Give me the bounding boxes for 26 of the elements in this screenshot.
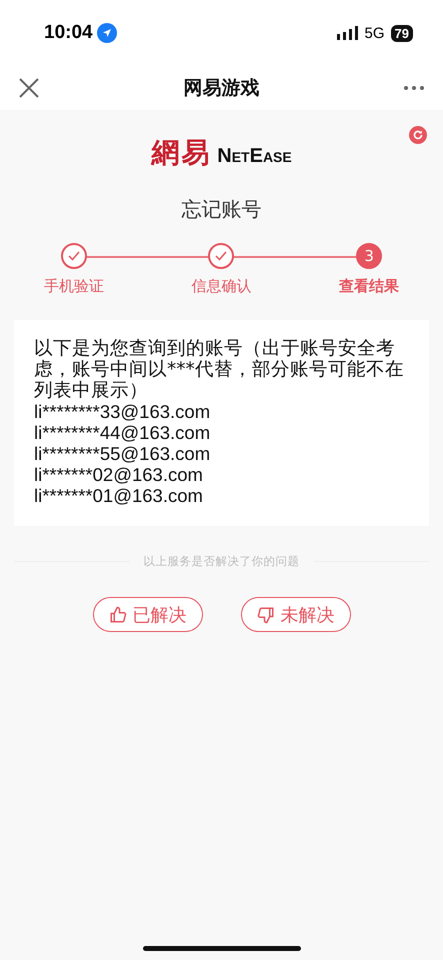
feedback-question: 以上服务是否解决了你的问题 (144, 554, 300, 569)
nav-title: 网易游戏 (182, 76, 260, 101)
step-number: 3 (356, 243, 382, 269)
more-icon[interactable] (403, 85, 425, 91)
account-email: li*******01@163.com (34, 485, 204, 506)
refresh-icon[interactable] (409, 126, 427, 144)
thumbs-up-icon (108, 606, 126, 624)
logo-chinese: 網易 (151, 135, 212, 171)
step-label: 查看结果 (339, 277, 400, 296)
close-icon[interactable] (18, 77, 40, 99)
status-time: 10:04 (44, 22, 93, 44)
thumbs-down-icon (256, 606, 274, 624)
signal-icon (336, 26, 359, 40)
page-title: 忘记账号 (182, 196, 262, 223)
step-label: 信息确认 (191, 277, 252, 296)
logo-latin: NetEase (217, 145, 292, 168)
unresolved-button[interactable]: 未解决 (240, 597, 350, 632)
account-email: li********33@163.com (34, 401, 212, 422)
step-label: 手机验证 (44, 277, 104, 296)
location-icon (96, 23, 117, 43)
network-label: 5G (364, 24, 385, 42)
account-email: li********44@163.com (34, 422, 212, 443)
account-email: li*******02@163.com (34, 464, 204, 485)
battery-level: 79 (390, 24, 413, 42)
resolved-button[interactable]: 已解决 (92, 597, 202, 632)
account-email: li********55@163.com (34, 443, 212, 464)
